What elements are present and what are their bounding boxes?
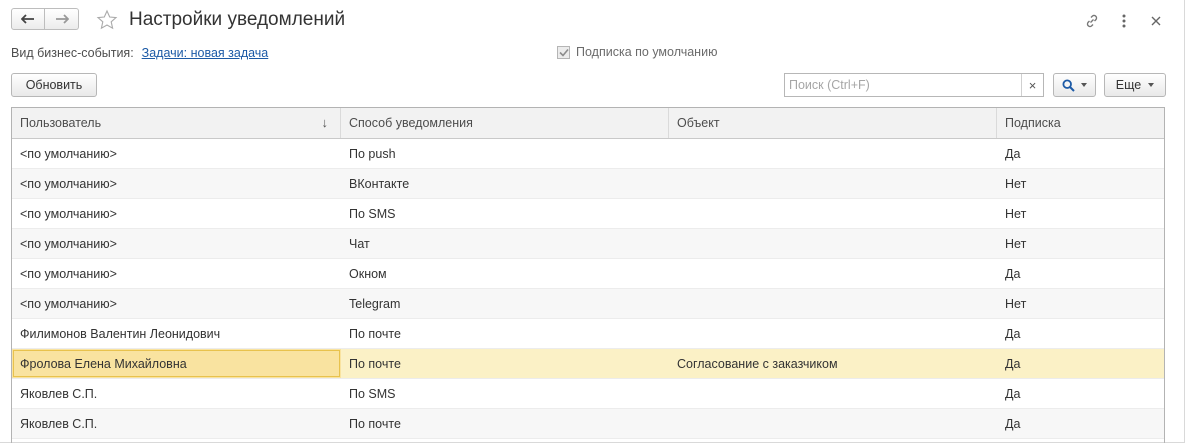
cell-user[interactable]: Яковлев С.П. [12, 379, 341, 408]
default-subscription-label: Подписка по умолчанию [576, 45, 718, 59]
cell-object[interactable] [669, 289, 997, 318]
cell-user[interactable]: Яковлев С.П. [12, 409, 341, 438]
cell-object[interactable] [669, 199, 997, 228]
table-row[interactable]: Яковлев С.П. По SMS Да [12, 379, 1164, 409]
search-clear-button[interactable]: × [1021, 74, 1043, 96]
search-button[interactable] [1053, 73, 1096, 97]
cell-object[interactable] [669, 229, 997, 258]
column-header-user[interactable]: Пользователь ↓ [12, 108, 341, 138]
arrow-left-icon [21, 14, 34, 24]
link-icon [1086, 14, 1098, 28]
business-event-link[interactable]: Задачи: новая задача [142, 46, 269, 60]
cell-subscription[interactable]: Нет [997, 169, 1164, 198]
cell-subscription[interactable]: Да [997, 319, 1164, 348]
cell-object[interactable] [669, 319, 997, 348]
refresh-button[interactable]: Обновить [11, 73, 97, 97]
table-row[interactable]: <по умолчанию> Telegram Нет [12, 289, 1164, 319]
close-button[interactable] [1145, 10, 1167, 32]
table-row[interactable]: <по умолчанию> Окном Да [12, 259, 1164, 289]
window-controls [1081, 10, 1167, 32]
table-row[interactable]: <по умолчанию> ВКонтакте Нет [12, 169, 1164, 199]
cell-object[interactable] [669, 169, 997, 198]
table-row[interactable]: <по умолчанию> Чат Нет [12, 229, 1164, 259]
cell-method[interactable]: По SMS [341, 199, 669, 228]
navigation-buttons [11, 8, 79, 32]
table-body: <по умолчанию> По push Да <по умолчанию> ВКо… [12, 139, 1164, 439]
link-button[interactable] [1081, 10, 1103, 32]
table-row[interactable]: Фролова Елена Михайловна По почте Согласов… [12, 349, 1164, 379]
cell-method[interactable]: Telegram [341, 289, 669, 318]
cell-method[interactable]: ВКонтакте [341, 169, 669, 198]
table-row[interactable]: <по умолчанию> По SMS Нет [12, 199, 1164, 229]
cell-method[interactable]: По SMS [341, 379, 669, 408]
more-vertical-icon [1122, 14, 1126, 28]
table-header: Пользователь ↓ Способ уведомления Объект… [12, 108, 1164, 139]
more-actions-button[interactable]: Еще [1104, 73, 1166, 97]
search-input[interactable] [785, 74, 1021, 96]
more-menu-button[interactable] [1113, 10, 1135, 32]
business-event-row: Вид бизнес-события: Задачи: новая задача [11, 46, 268, 60]
cell-user[interactable]: <по умолчанию> [12, 139, 341, 168]
cell-object[interactable] [669, 379, 997, 408]
cell-subscription[interactable]: Нет [997, 289, 1164, 318]
checkmark-icon [558, 48, 569, 57]
cell-user[interactable]: Филимонов Валентин Леонидович [12, 319, 341, 348]
forward-button[interactable] [45, 8, 79, 30]
cell-method[interactable]: По почте [341, 349, 669, 378]
column-header-object[interactable]: Объект [669, 108, 997, 138]
table-row[interactable]: Филимонов Валентин Леонидович По почте Да [12, 319, 1164, 349]
cell-object[interactable] [669, 139, 997, 168]
back-button[interactable] [11, 8, 45, 30]
favorite-button[interactable] [95, 8, 119, 32]
cell-user[interactable]: <по умолчанию> [12, 229, 341, 258]
star-icon [96, 9, 118, 30]
cell-user[interactable]: <по умолчанию> [12, 199, 341, 228]
cell-user[interactable]: Фролова Елена Михайловна [12, 349, 341, 378]
table-row[interactable]: <по умолчанию> По push Да [12, 139, 1164, 169]
cell-subscription[interactable]: Да [997, 409, 1164, 438]
column-header-method[interactable]: Способ уведомления [341, 108, 669, 138]
search-icon [1062, 78, 1075, 92]
sort-desc-icon: ↓ [321, 115, 329, 130]
cell-subscription[interactable]: Да [997, 259, 1164, 288]
cell-method[interactable]: Окном [341, 259, 669, 288]
chevron-down-icon [1148, 83, 1155, 87]
business-event-label: Вид бизнес-события: [11, 46, 134, 60]
arrow-right-icon [55, 14, 69, 24]
page-title: Настройки уведомлений [129, 9, 346, 30]
cell-subscription[interactable]: Нет [997, 199, 1164, 228]
cell-method[interactable]: Чат [341, 229, 669, 258]
more-actions-label: Еще [1115, 78, 1142, 92]
cell-method[interactable]: По почте [341, 319, 669, 348]
cell-method[interactable]: По почте [341, 409, 669, 438]
cell-object[interactable] [669, 409, 997, 438]
cell-user[interactable]: <по умолчанию> [12, 259, 341, 288]
search-box: × [784, 73, 1044, 97]
cell-subscription[interactable]: Да [997, 349, 1164, 378]
cell-user[interactable]: <по умолчанию> [12, 169, 341, 198]
cell-method[interactable]: По push [341, 139, 669, 168]
table-row[interactable]: Яковлев С.П. По почте Да [12, 409, 1164, 439]
chevron-down-icon [1081, 83, 1087, 87]
default-subscription-checkbox[interactable] [557, 45, 570, 59]
cell-subscription[interactable]: Нет [997, 229, 1164, 258]
close-icon [1151, 16, 1161, 26]
cell-subscription[interactable]: Да [997, 379, 1164, 408]
cell-subscription[interactable]: Да [997, 139, 1164, 168]
default-subscription: Подписка по умолчанию [557, 45, 717, 59]
notification-settings-table: Пользователь ↓ Способ уведомления Объект… [11, 107, 1165, 443]
cell-object[interactable]: Согласование с заказчиком [669, 349, 997, 378]
column-header-subscription[interactable]: Подписка [997, 108, 1164, 138]
cell-object[interactable] [669, 259, 997, 288]
cell-user[interactable]: <по умолчанию> [12, 289, 341, 318]
